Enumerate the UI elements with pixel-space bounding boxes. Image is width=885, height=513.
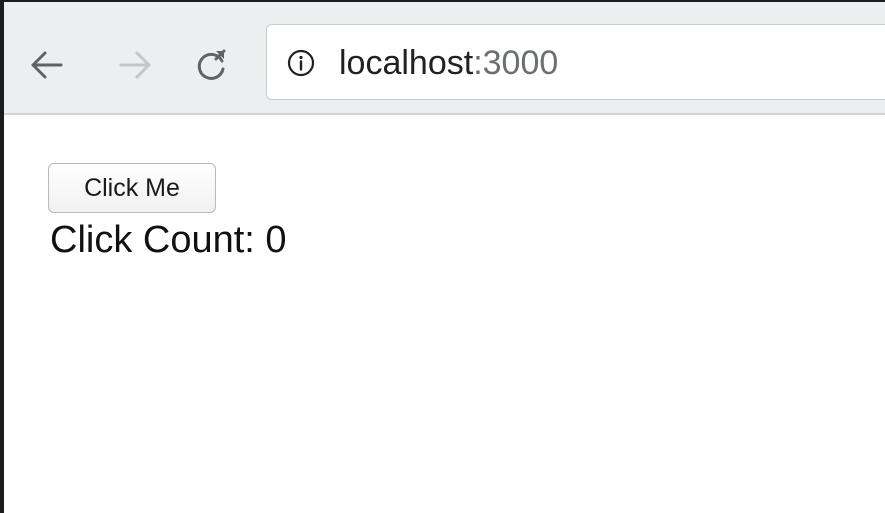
- page-content: Click Me Click Count: 0: [4, 115, 885, 513]
- click-me-button[interactable]: Click Me: [48, 163, 216, 213]
- forward-button[interactable]: [110, 40, 160, 90]
- browser-window: localhost:3000 Click Me Click Count: 0: [0, 0, 885, 513]
- arrow-right-icon: [115, 45, 155, 85]
- click-count-text: Click Count: 0: [50, 218, 287, 262]
- click-count-label: Click Count:: [50, 219, 266, 261]
- address-bar[interactable]: localhost:3000: [266, 24, 885, 100]
- reload-button[interactable]: [186, 40, 236, 90]
- browser-toolbar: localhost:3000: [4, 2, 885, 115]
- back-button[interactable]: [22, 40, 72, 90]
- info-icon[interactable]: [287, 49, 315, 77]
- url-text: localhost:3000: [339, 45, 558, 81]
- click-count-value: 0: [265, 219, 287, 261]
- url-host: localhost: [339, 44, 474, 82]
- reload-icon: [191, 45, 231, 85]
- url-port: :3000: [473, 44, 559, 82]
- arrow-left-icon: [27, 45, 67, 85]
